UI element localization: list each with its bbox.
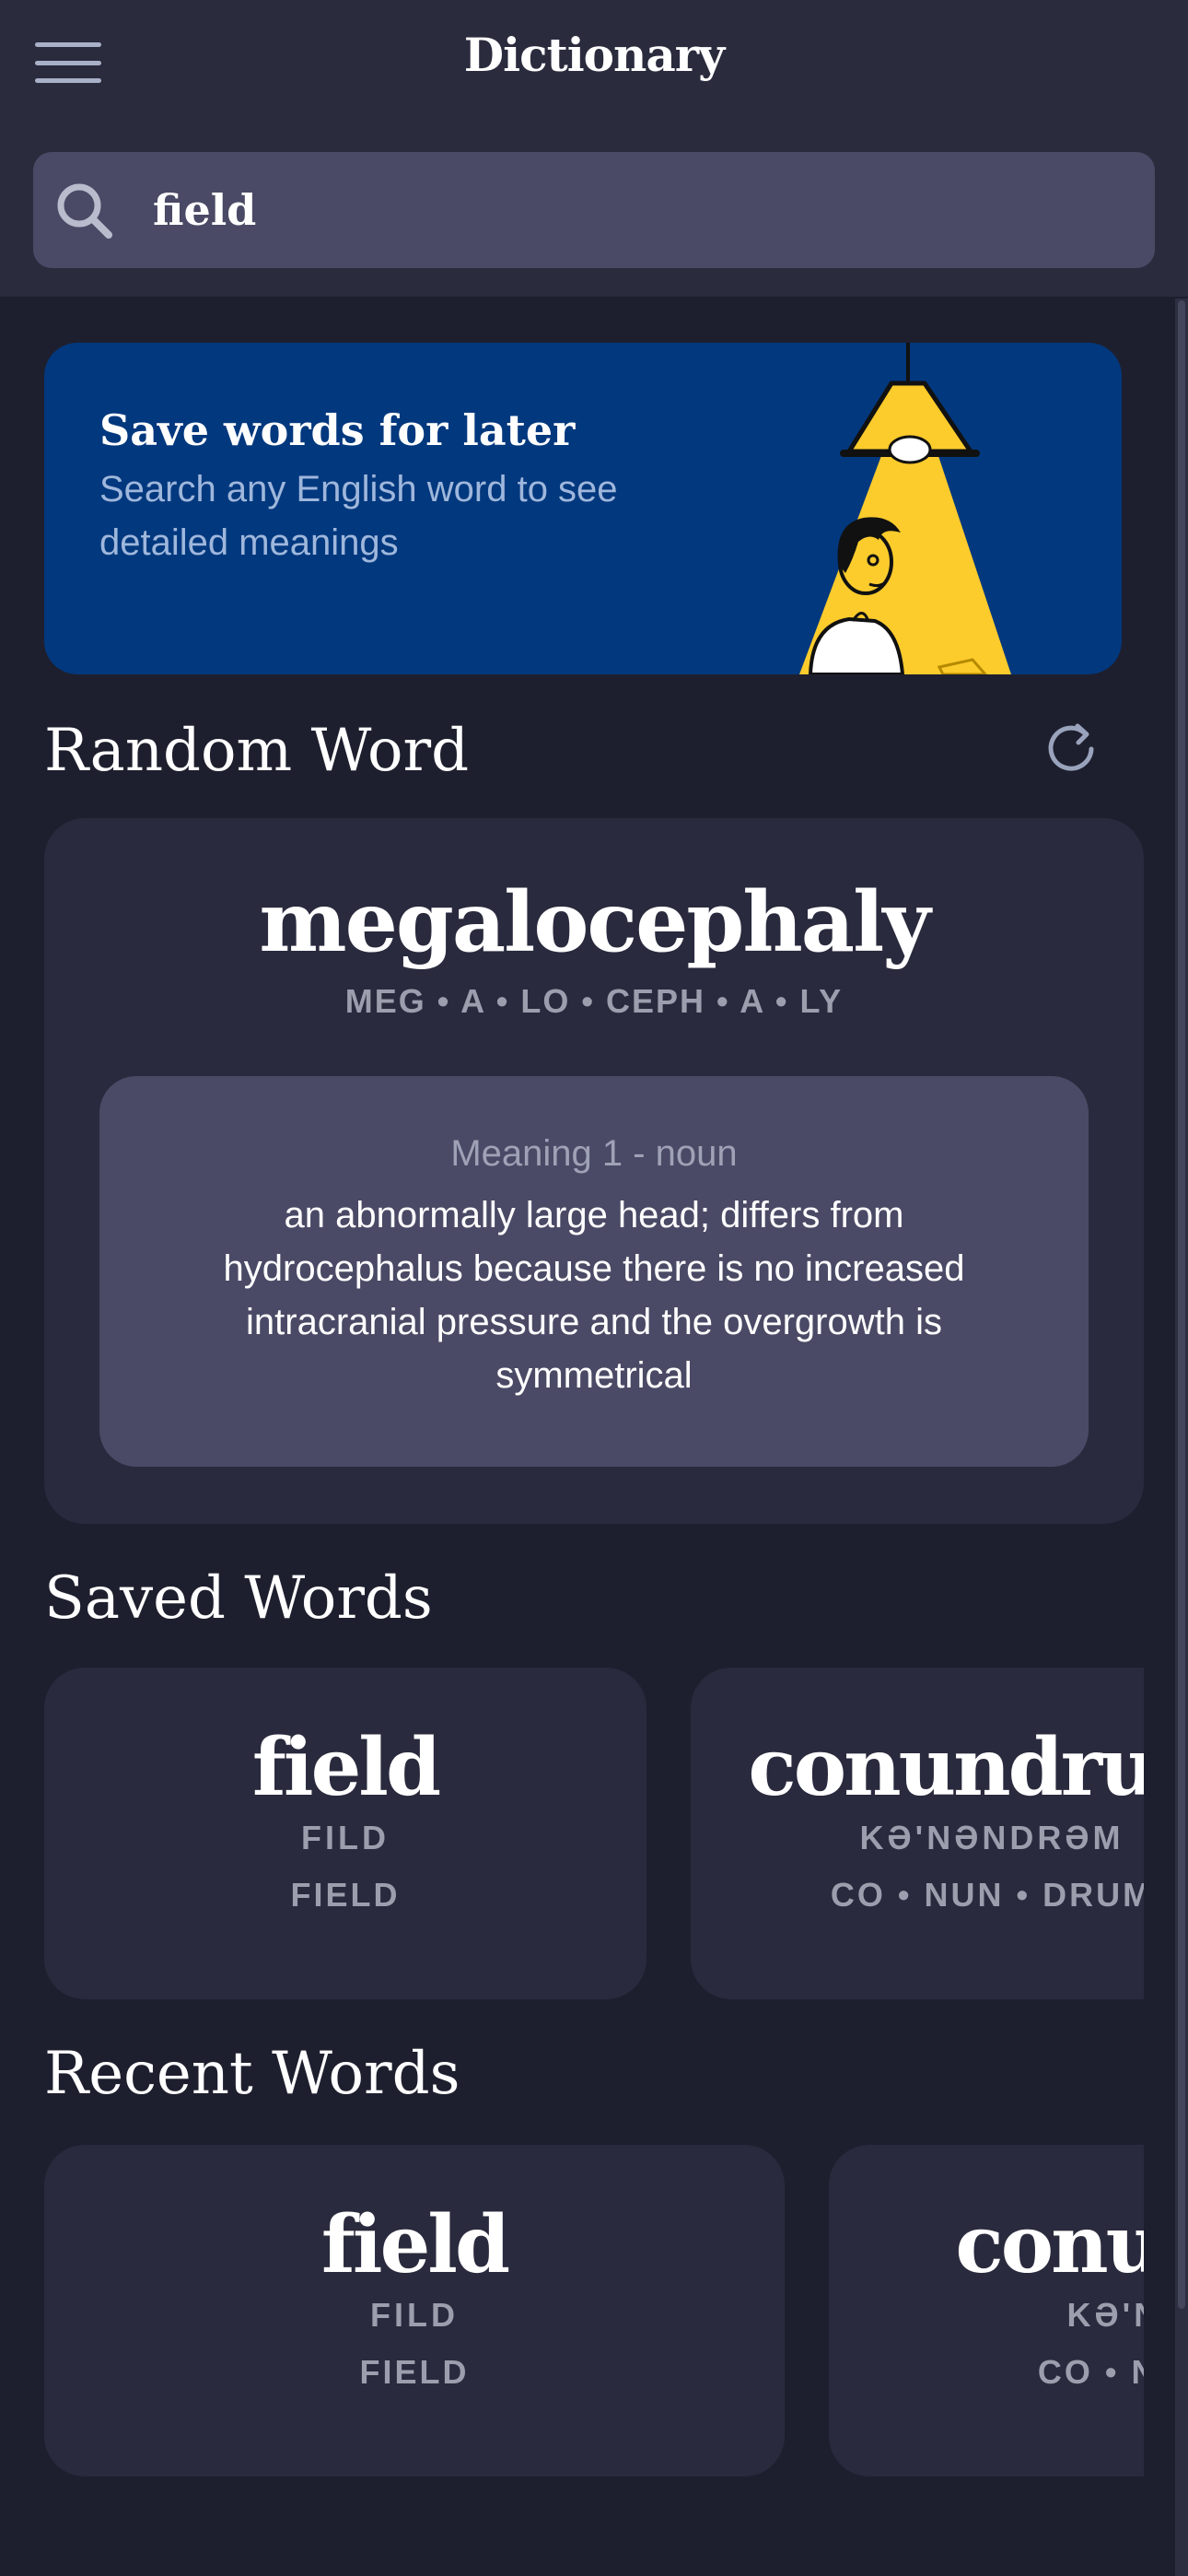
saved-word-card[interactable]: field FILD FIELD: [44, 1668, 646, 1999]
saved-words-carousel[interactable]: field FILD FIELD conundrum KƏ'NƏNDRƏM CO…: [0, 1668, 1144, 1999]
saved-word-card[interactable]: conundrum KƏ'NƏNDRƏM CO • NUN • DRUM: [691, 1668, 1144, 1999]
word-title: conundrum: [955, 2198, 1144, 2291]
word-syllables: FIELD: [359, 2353, 470, 2391]
save-words-banner[interactable]: Save words for later Search any English …: [44, 343, 1122, 674]
search-icon: [57, 183, 112, 239]
search-input[interactable]: [153, 152, 1129, 268]
recent-word-card[interactable]: conundrum KƏ'NƏNDRƏM CO • NUN • DRUM: [829, 2145, 1144, 2476]
word-phonetic: KƏ'NƏNDRƏM: [859, 1819, 1124, 1856]
random-word-heading: Random Word: [44, 717, 470, 785]
app-title: Dictionary: [463, 28, 725, 82]
recent-words-carousel[interactable]: field FILD FIELD conundrum KƏ'NƏNDRƏM CO…: [0, 2145, 1144, 2476]
word-syllables: CO • NUN • DRUM: [1037, 2353, 1144, 2391]
refresh-icon[interactable]: [1042, 719, 1100, 776]
word-phonetic: KƏ'NƏNDRƏM: [1066, 2296, 1144, 2334]
random-word-syllables: MEG • A • LO • CEPH • A • LY: [344, 982, 844, 1020]
top-app-bar: Dictionary: [0, 0, 1188, 297]
banner-title: Save words for later: [99, 405, 576, 455]
word-syllables: CO • NUN • DRUM: [830, 1876, 1144, 1914]
meaning-label: Meaning 1 - noun: [450, 1133, 738, 1174]
search-bar[interactable]: [33, 152, 1155, 268]
word-syllables: FIELD: [290, 1876, 401, 1914]
banner-subtitle: Search any English word to see detailed …: [99, 469, 618, 563]
random-word-card[interactable]: megalocephaly MEG • A • LO • CEPH • A • …: [44, 818, 1144, 1524]
person-under-lamp-illustration: [799, 343, 1011, 674]
word-title: conundrum: [748, 1721, 1144, 1814]
recent-word-card[interactable]: field FILD FIELD: [44, 2145, 785, 2476]
meaning-box: Meaning 1 - noun an abnormally large hea…: [99, 1076, 1089, 1467]
word-title: field: [251, 1721, 441, 1814]
word-phonetic: FILD: [370, 2296, 459, 2334]
scrollbar-thumb[interactable]: [1178, 300, 1185, 2309]
saved-words-heading: Saved Words: [44, 1564, 433, 1633]
word-title: field: [320, 2198, 510, 2291]
meaning-text: an abnormally large head; differs from h…: [223, 1195, 965, 1396]
word-phonetic: FILD: [301, 1819, 390, 1856]
random-word-title: megalocephaly: [259, 873, 930, 971]
recent-words-heading: Recent Words: [44, 2040, 460, 2108]
